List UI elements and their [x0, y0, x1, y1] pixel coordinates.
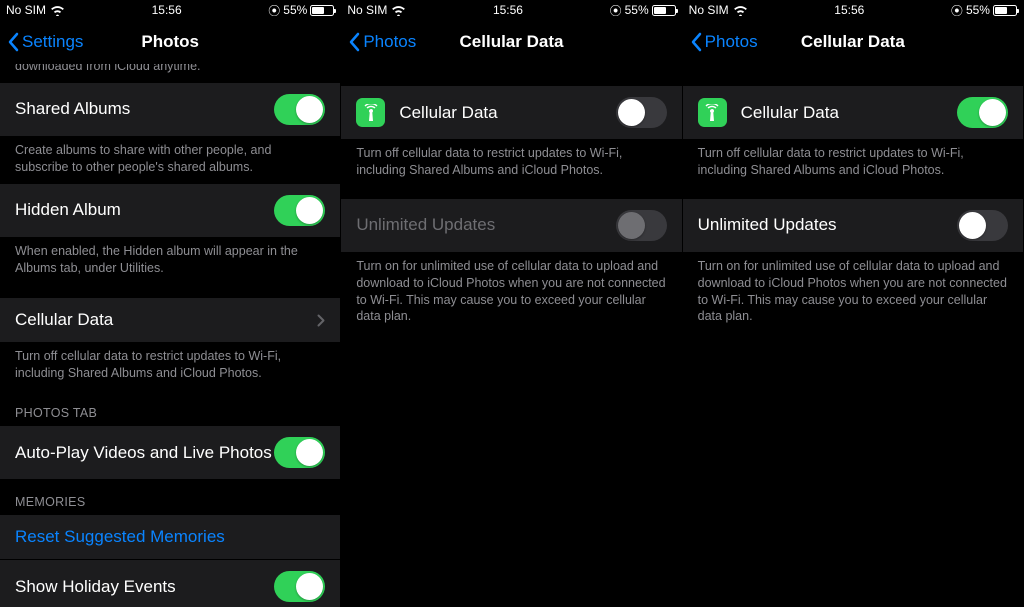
panel-cellular-on: No SIM 15:56 ⦿ 55% Photos Cellular Data … — [683, 0, 1024, 607]
toggle-unlimited-updates[interactable] — [957, 210, 1008, 241]
footer-text: Turn off cellular data to restrict updat… — [0, 342, 340, 390]
toggle-autoplay[interactable] — [274, 437, 325, 468]
back-label: Settings — [22, 32, 83, 52]
battery-icon — [652, 5, 676, 16]
row-reset-memories[interactable]: Reset Suggested Memories — [0, 515, 340, 559]
row-label: Reset Suggested Memories — [15, 527, 325, 547]
battery-icon — [310, 5, 334, 16]
status-bar: No SIM 15:56 ⦿ 55% — [0, 0, 340, 20]
nav-bar: Photos Cellular Data — [683, 20, 1023, 64]
row-label: Cellular Data — [741, 103, 957, 123]
clock-label: 15:56 — [152, 3, 182, 17]
clock-label: 15:56 — [834, 3, 864, 17]
nav-title: Cellular Data — [460, 32, 564, 52]
toggle-hidden-album[interactable] — [274, 195, 325, 226]
panel-cellular-off: No SIM 15:56 ⦿ 55% Photos Cellular Data … — [341, 0, 682, 607]
toggle-cellular-data[interactable] — [957, 97, 1008, 128]
alarm-icon: ⦿ — [951, 2, 963, 19]
clock-label: 15:56 — [493, 3, 523, 17]
carrier-label: No SIM — [347, 3, 387, 17]
wifi-icon — [733, 5, 748, 16]
row-unlimited-updates: Unlimited Updates — [683, 199, 1023, 252]
row-label: Unlimited Updates — [356, 215, 615, 235]
carrier-label: No SIM — [689, 3, 729, 17]
battery-pct-label: 55% — [283, 3, 307, 17]
chevron-right-icon — [317, 314, 325, 327]
row-shared-albums: Shared Albums — [0, 83, 340, 136]
chevron-left-icon — [691, 32, 703, 52]
back-button[interactable]: Settings — [8, 32, 83, 52]
footer-text: Turn on for unlimited use of cellular da… — [341, 252, 681, 334]
status-bar: No SIM 15:56 ⦿ 55% — [683, 0, 1023, 20]
battery-pct-label: 55% — [625, 3, 649, 17]
toggle-cellular-data[interactable] — [616, 97, 667, 128]
row-label: Show Holiday Events — [15, 577, 274, 597]
row-hidden-album: Hidden Album — [0, 184, 340, 237]
chevron-left-icon — [8, 32, 20, 52]
wifi-icon — [391, 5, 406, 16]
row-label: Cellular Data — [399, 103, 615, 123]
row-unlimited-updates: Unlimited Updates — [341, 199, 681, 252]
chevron-left-icon — [349, 32, 361, 52]
nav-title: Cellular Data — [801, 32, 905, 52]
row-cellular-data[interactable]: Cellular Data — [0, 298, 340, 342]
row-holiday: Show Holiday Events — [0, 560, 340, 607]
battery-icon — [993, 5, 1017, 16]
antenna-icon — [356, 98, 385, 127]
wifi-icon — [50, 5, 65, 16]
footer-text: Create albums to share with other people… — [0, 136, 340, 184]
row-label: Cellular Data — [15, 310, 317, 330]
alarm-icon: ⦿ — [610, 2, 622, 19]
footer-text: Turn on for unlimited use of cellular da… — [683, 252, 1023, 334]
row-cellular-data: Cellular Data — [683, 86, 1023, 139]
toggle-holiday[interactable] — [274, 571, 325, 602]
row-autoplay: Auto-Play Videos and Live Photos — [0, 426, 340, 479]
antenna-icon — [698, 98, 727, 127]
back-button[interactable]: Photos — [349, 32, 416, 52]
back-label: Photos — [363, 32, 416, 52]
panel-photos-settings: No SIM 15:56 ⦿ 55% Settings Photos downl… — [0, 0, 341, 607]
footer-text: downloaded from iCloud anytime. — [0, 64, 340, 83]
row-label: Unlimited Updates — [698, 215, 957, 235]
nav-title: Photos — [141, 32, 199, 52]
row-label: Auto-Play Videos and Live Photos — [15, 443, 274, 463]
row-label: Hidden Album — [15, 200, 274, 220]
row-cellular-data: Cellular Data — [341, 86, 681, 139]
section-header: MEMORIES — [0, 479, 340, 515]
carrier-label: No SIM — [6, 3, 46, 17]
status-bar: No SIM 15:56 ⦿ 55% — [341, 0, 681, 20]
back-label: Photos — [705, 32, 758, 52]
section-header: PHOTOS TAB — [0, 390, 340, 426]
nav-bar: Settings Photos — [0, 20, 340, 64]
footer-text: Turn off cellular data to restrict updat… — [341, 139, 681, 187]
toggle-shared-albums[interactable] — [274, 94, 325, 125]
battery-pct-label: 55% — [966, 3, 990, 17]
back-button[interactable]: Photos — [691, 32, 758, 52]
toggle-unlimited-updates — [616, 210, 667, 241]
alarm-icon: ⦿ — [268, 2, 280, 19]
footer-text: When enabled, the Hidden album will appe… — [0, 237, 340, 285]
nav-bar: Photos Cellular Data — [341, 20, 681, 64]
footer-text: Turn off cellular data to restrict updat… — [683, 139, 1023, 187]
row-label: Shared Albums — [15, 99, 274, 119]
